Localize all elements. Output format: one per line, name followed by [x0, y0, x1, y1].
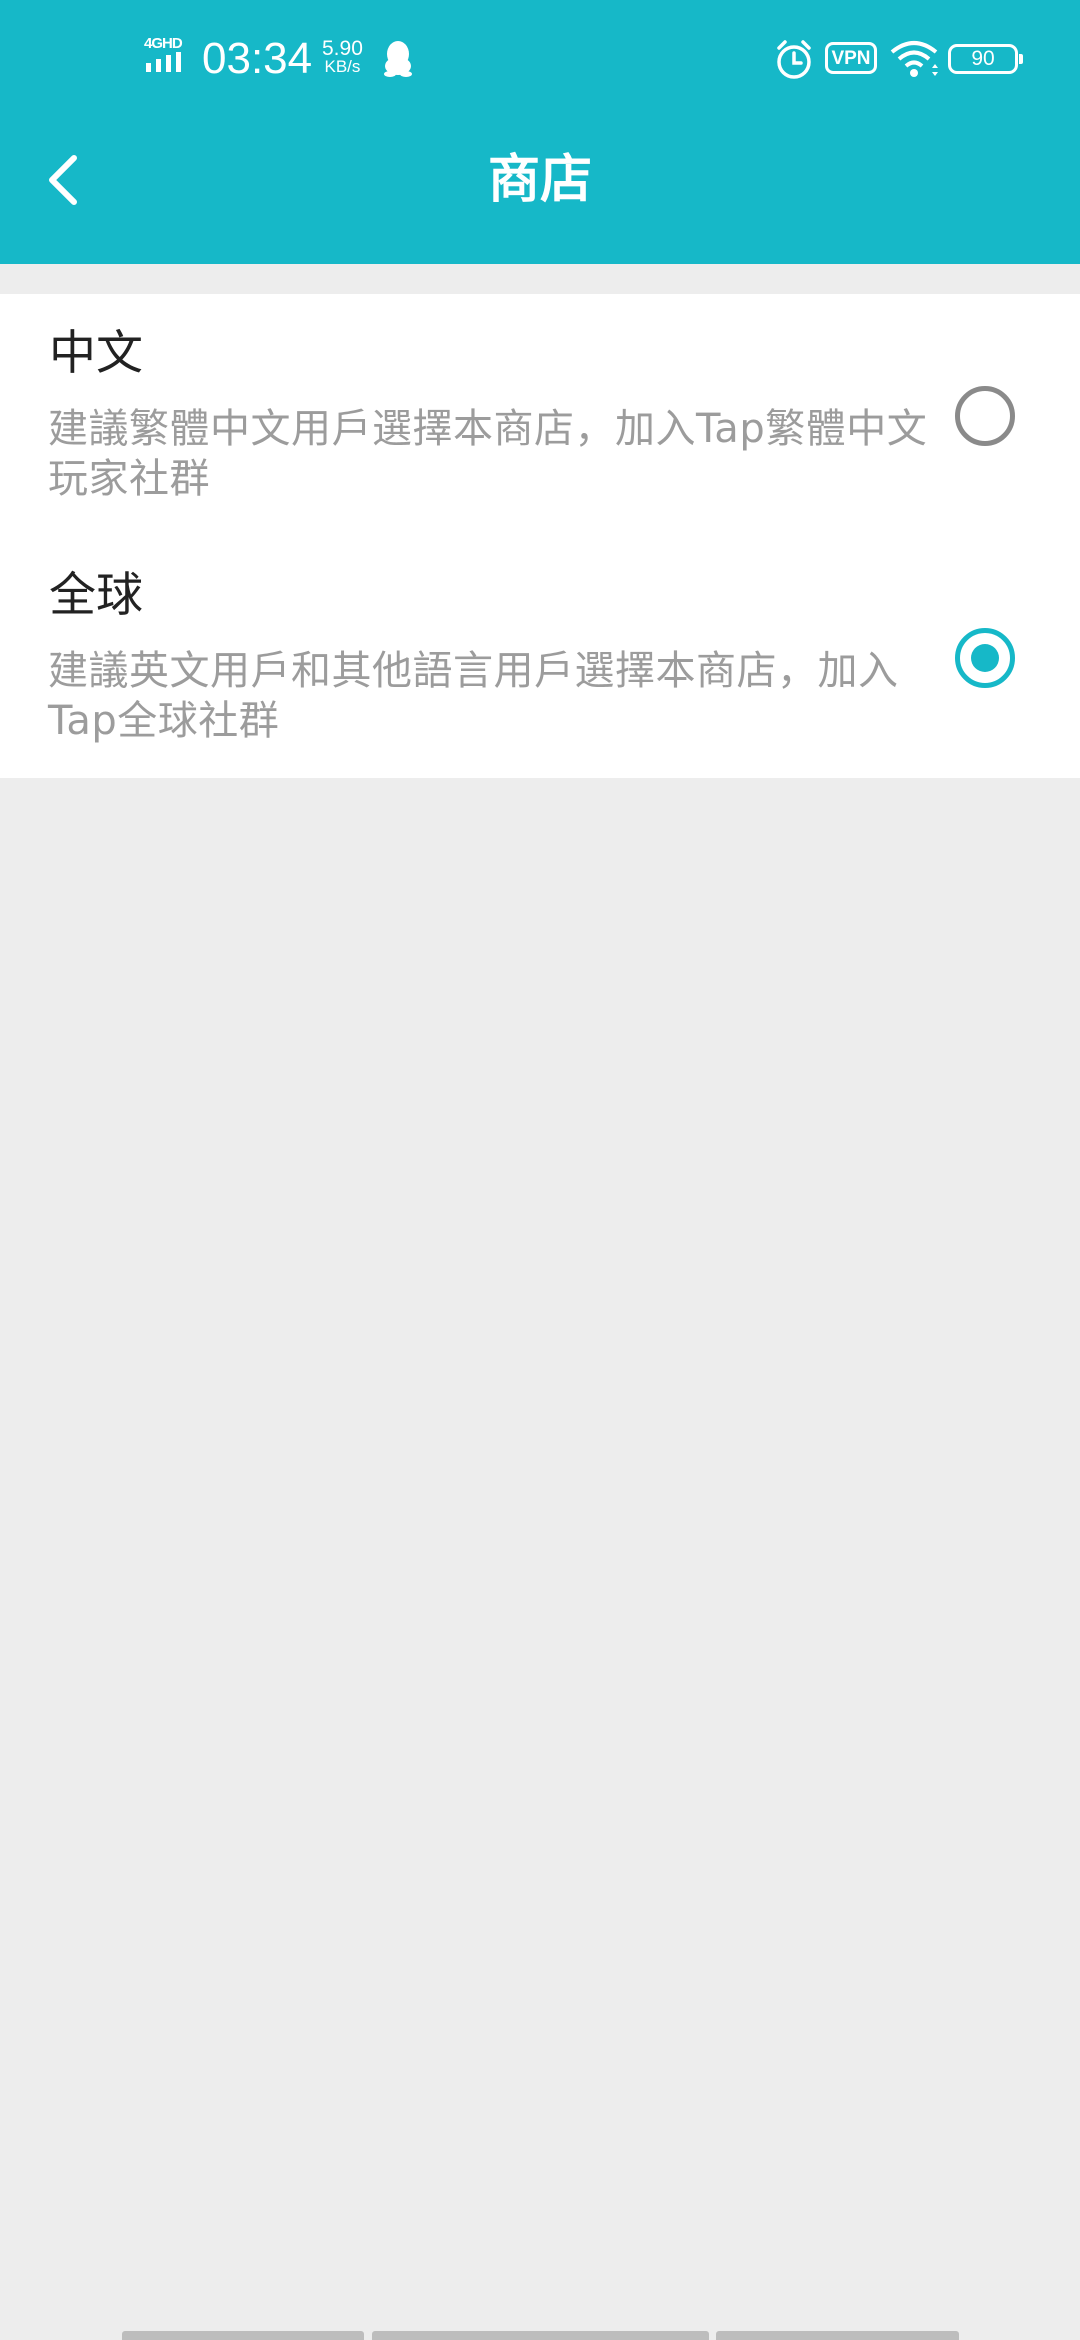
network-speed: 5.90 KB/s	[322, 37, 363, 76]
wifi-icon	[890, 38, 938, 82]
signal-bars-icon	[146, 52, 181, 72]
option-description: 建議英文用戶和其他語言用戶選擇本商店，加入Tap全球社群	[48, 648, 899, 744]
store-option-global[interactable]: 全球 建議英文用戶和其他語言用戶選擇本商店，加入Tap全球社群	[0, 536, 1080, 778]
option-title: 全球	[49, 568, 143, 623]
store-option-list: 中文 建議繁體中文用戶選擇本商店，加入Tap繁體中文玩家社群 全球 建議英文用戶…	[0, 294, 1080, 778]
option-title: 中文	[49, 326, 143, 381]
option-description: 建議繁體中文用戶選擇本商店，加入Tap繁體中文玩家社群	[48, 406, 928, 502]
battery-indicator: 90	[948, 44, 1023, 74]
alarm-icon	[774, 38, 814, 82]
nav-gesture-bar-left[interactable]	[122, 2331, 364, 2340]
qq-notification-icon	[382, 40, 414, 82]
network-speed-value: 5.90	[322, 37, 363, 60]
app-header: 4GHD 03:34 5.90 KB/s VPN 90 商店	[0, 0, 1080, 264]
radio-button-chinese[interactable]	[955, 386, 1015, 446]
status-time: 03:34	[202, 34, 313, 83]
vpn-badge: VPN	[825, 42, 877, 74]
network-type: 4GHD	[144, 35, 183, 52]
store-option-chinese[interactable]: 中文 建議繁體中文用戶選擇本商店，加入Tap繁體中文玩家社群	[0, 294, 1080, 536]
nav-gesture-bar-right[interactable]	[716, 2331, 959, 2340]
page-title: 商店	[487, 150, 592, 210]
radio-button-global[interactable]	[955, 628, 1015, 688]
network-speed-unit: KB/s	[324, 57, 361, 76]
status-bar: 4GHD 03:34 5.90 KB/s VPN 90	[0, 0, 1080, 120]
nav-gesture-bar-center[interactable]	[372, 2331, 709, 2340]
signal-indicator: 4GHD	[144, 36, 192, 76]
